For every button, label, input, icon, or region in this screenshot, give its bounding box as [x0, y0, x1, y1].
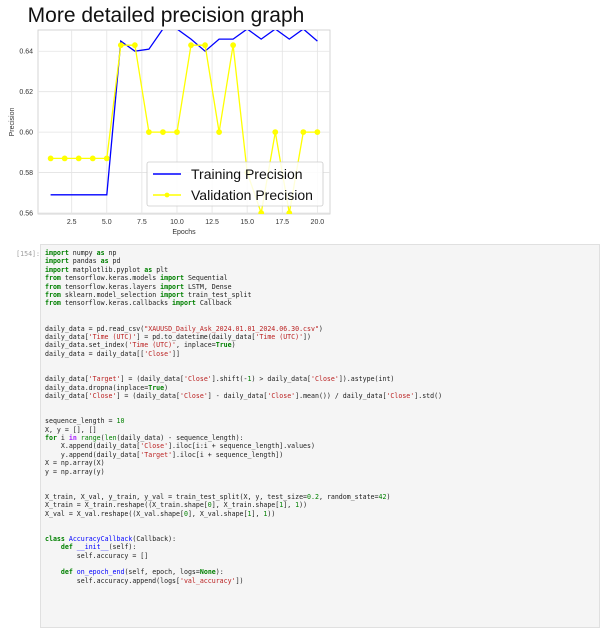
y-tick-label: 0.58 [19, 170, 33, 177]
chart-svg: More detailed precision graph 0.56 0.58 0.6… [9, 4, 331, 236]
validation-point [230, 42, 237, 49]
validation-point [61, 155, 68, 162]
x-tick-label: 7.5 [137, 219, 147, 226]
y-tick-label: 0.64 [19, 49, 33, 56]
x-tick-label: 15.0 [240, 219, 254, 226]
x-tick-label: 20.0 [311, 219, 325, 226]
x-tick-label: 5.0 [102, 219, 112, 226]
validation-point [146, 129, 152, 136]
validation-point [216, 129, 222, 136]
validation-point [174, 129, 180, 136]
validation-point [272, 129, 279, 136]
validation-point [314, 129, 321, 136]
validation-point [188, 42, 194, 49]
x-tick-label: 10.0 [170, 219, 184, 226]
y-axis-label: Precision [9, 108, 16, 137]
validation-point [300, 129, 307, 136]
legend-label: Training Precision [191, 166, 303, 182]
legend-marker [164, 192, 170, 198]
y-tick-label: 0.60 [19, 130, 33, 137]
validation-point [202, 42, 208, 49]
code-editor[interactable]: import numpy as np import pandas as pd i… [45, 249, 595, 585]
validation-point [75, 155, 82, 162]
y-tick-label: 0.62 [19, 89, 33, 96]
x-tick-label: 17.5 [275, 219, 289, 226]
validation-point [160, 129, 166, 136]
validation-point [258, 210, 265, 214]
validation-point [103, 155, 110, 162]
legend-label: Validation Precision [191, 187, 313, 203]
precision-chart: More detailed precision graph 0.56 0.58 0.6… [0, 0, 340, 238]
validation-point [47, 155, 54, 162]
x-axis-label: Epochs [172, 229, 196, 236]
cell-prompt: [154]: [16, 250, 40, 258]
validation-point [89, 155, 96, 162]
y-tick-label: 0.56 [19, 210, 33, 217]
validation-point [131, 42, 138, 49]
x-tick-label: 12.5 [205, 219, 219, 226]
validation-point [286, 210, 293, 214]
chart-title: More detailed precision graph [28, 4, 305, 27]
validation-point [117, 42, 124, 49]
x-tick-label: 2.5 [67, 219, 77, 226]
